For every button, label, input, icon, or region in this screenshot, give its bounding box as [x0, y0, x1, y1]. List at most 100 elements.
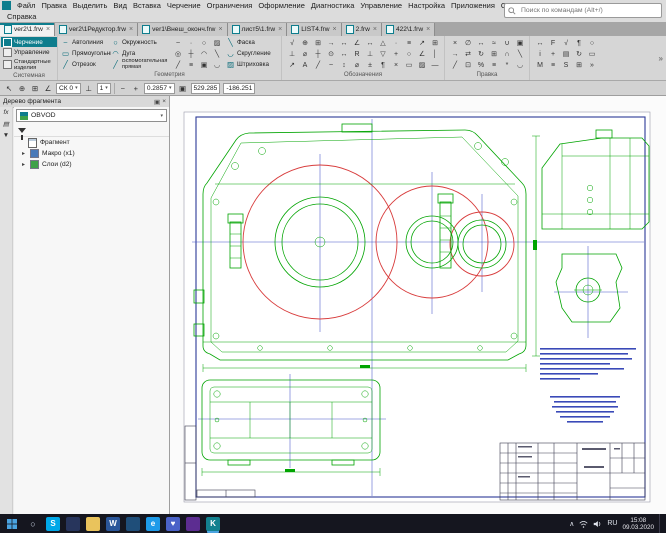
menu-item[interactable]: Выделить — [70, 1, 111, 10]
fillet-button[interactable]: ◡Скругление — [226, 48, 278, 59]
cortana-search-icon[interactable]: ○ — [24, 519, 42, 529]
menu-item-help[interactable]: Справка — [4, 12, 39, 21]
network-icon[interactable] — [579, 520, 588, 528]
scale-icon[interactable]: % — [474, 59, 488, 71]
menu-item[interactable]: Настройка — [405, 1, 448, 10]
clock[interactable]: 15:08 09.03.2020 — [622, 517, 654, 531]
x-mark-icon[interactable]: × — [389, 59, 403, 71]
close-icon[interactable]: × — [218, 26, 222, 33]
toolset-standard-parts[interactable]: Стандартные изделия — [1, 58, 57, 72]
y-coordinate-field[interactable]: -186.251 — [223, 83, 255, 94]
search-input[interactable] — [519, 6, 658, 15]
document-tab[interactable]: лист5\1.frw× — [228, 23, 288, 36]
menu-item[interactable]: Черчение — [164, 1, 204, 10]
skype-taskbar-icon[interactable]: S — [46, 517, 60, 531]
drawing-canvas[interactable] — [170, 96, 666, 514]
grid-icon[interactable]: ⊞ — [30, 84, 40, 93]
close-icon[interactable]: × — [129, 26, 133, 33]
params-tab-icon[interactable]: fx — [3, 109, 8, 116]
command-search[interactable] — [504, 3, 662, 18]
dock-icon[interactable]: ▣ — [154, 98, 160, 106]
document-tab[interactable]: LIST4.frw× — [287, 23, 341, 36]
edge-taskbar-icon[interactable]: e — [146, 517, 160, 531]
copy-icon[interactable]: ⊡ — [461, 59, 475, 71]
aux-line-button[interactable]: ╱Вспомогательная прямая — [111, 59, 171, 70]
style-select[interactable]: 1 ▾ — [97, 83, 111, 94]
zoom-in-icon[interactable]: + — [131, 84, 141, 93]
photos-taskbar-icon[interactable] — [126, 517, 140, 531]
hline-mark-icon[interactable]: — — [428, 59, 442, 71]
equidistant-icon[interactable]: ≡ — [184, 59, 198, 71]
close-icon[interactable]: × — [426, 26, 430, 33]
health-heart-taskbar-icon[interactable]: ♥ — [166, 517, 180, 531]
app-purple-taskbar-icon[interactable] — [186, 517, 200, 531]
ortho-icon[interactable]: ⊥ — [84, 84, 94, 93]
close-icon[interactable]: × — [332, 26, 336, 33]
split-icon[interactable]: ╱ — [448, 59, 462, 71]
rect-center-icon[interactable]: ▣ — [197, 59, 211, 71]
close-icon[interactable]: × — [373, 26, 377, 33]
expander-icon[interactable]: ▸ — [22, 150, 27, 157]
x-coordinate-field[interactable]: 529.285 — [191, 83, 221, 94]
close-icon[interactable]: × — [278, 26, 282, 33]
autoline-button[interactable]: ~Автолиния — [61, 37, 111, 48]
word-taskbar-icon[interactable]: W — [106, 517, 120, 531]
close-icon[interactable]: × — [46, 26, 50, 33]
tree-item[interactable]: ▸Слои (d2) — [14, 159, 169, 170]
document-tab[interactable]: ver2\1Редуктор.frw× — [55, 23, 138, 36]
rect-mark-icon[interactable]: ▭ — [402, 59, 416, 71]
hatch-button[interactable]: ▨Штриховка — [226, 59, 278, 70]
fillet-edit-icon[interactable]: ◡ — [513, 59, 527, 71]
text-icon[interactable]: A — [298, 59, 312, 71]
rectangle-button[interactable]: ▭Прямоугольник — [61, 48, 111, 59]
toolset-management[interactable]: Управление — [1, 47, 57, 57]
pointer-icon[interactable]: ↖ — [4, 84, 14, 93]
menu-item[interactable]: Файл — [14, 1, 38, 10]
toolbar-overflow-button[interactable]: » — [656, 36, 666, 80]
explorer-folder-taskbar-icon[interactable] — [86, 517, 100, 531]
current-layer-select[interactable]: OBVOD ▾ — [16, 109, 167, 122]
close-icon[interactable]: × — [162, 98, 166, 105]
overflow-icon[interactable]: » — [585, 59, 599, 71]
filter-tab-icon[interactable]: ▼ — [3, 132, 9, 139]
kompas-taskbar-icon[interactable]: K — [206, 517, 220, 531]
fillet-2-icon[interactable]: ◡ — [210, 59, 224, 71]
menu-item[interactable]: Вставка — [130, 1, 164, 10]
segment-button[interactable]: ╱Отрезок — [61, 59, 111, 70]
menu-item[interactable]: Управление — [357, 1, 405, 10]
document-tab[interactable]: ver2\1.frw× — [0, 23, 55, 36]
volume-icon[interactable] — [593, 520, 602, 528]
dim-diametral-icon[interactable]: ⌀ — [350, 59, 364, 71]
expander-icon[interactable]: ▸ — [22, 161, 27, 168]
app-blue-dark-taskbar-icon[interactable] — [66, 517, 80, 531]
show-desktop-button[interactable] — [659, 514, 664, 533]
styles-icon[interactable]: S — [559, 59, 573, 71]
menu-item[interactable]: Правка — [38, 1, 69, 10]
offset-icon[interactable]: ≡ — [487, 59, 501, 71]
explode-icon[interactable]: * — [500, 59, 514, 71]
document-tab[interactable]: 2.frw× — [342, 23, 382, 36]
menu-item[interactable]: Ограничения — [204, 1, 256, 10]
circle-button[interactable]: ○Окружность — [111, 37, 171, 48]
tree-item[interactable]: ▸Макро (x1) — [14, 148, 169, 159]
tree-tab-icon[interactable]: ▤ — [3, 120, 9, 128]
tray-chevron-icon[interactable]: ∧ — [569, 520, 574, 528]
hatch-mark-icon[interactable]: ▨ — [415, 59, 429, 71]
snap-icon[interactable]: ⊕ — [17, 84, 27, 93]
angle-snap-icon[interactable]: ∠ — [43, 84, 53, 93]
menu-item[interactable]: Диагностика — [308, 1, 357, 10]
dim-vertical-icon[interactable]: ↕ — [337, 59, 351, 71]
library-icon[interactable]: ≡ — [546, 59, 560, 71]
start-button[interactable] — [0, 514, 24, 533]
coordinate-system-select[interactable]: СК 0 ▾ — [56, 83, 81, 94]
tree-filter-row[interactable] — [14, 124, 169, 137]
zoom-value-select[interactable]: 0.2857 ▾ — [144, 83, 175, 94]
section-line-icon[interactable]: ╱ — [311, 59, 325, 71]
menu-item[interactable]: Вид — [110, 1, 130, 10]
document-tab[interactable]: 422\1.frw× — [382, 23, 435, 36]
arc-button[interactable]: ◠Дуга — [111, 48, 171, 59]
language-indicator[interactable]: RU — [607, 520, 617, 527]
chamfer-button[interactable]: ╲Фаска — [226, 37, 278, 48]
paragraph-icon[interactable]: ¶ — [376, 59, 390, 71]
tolerance-icon[interactable]: ± — [363, 59, 377, 71]
